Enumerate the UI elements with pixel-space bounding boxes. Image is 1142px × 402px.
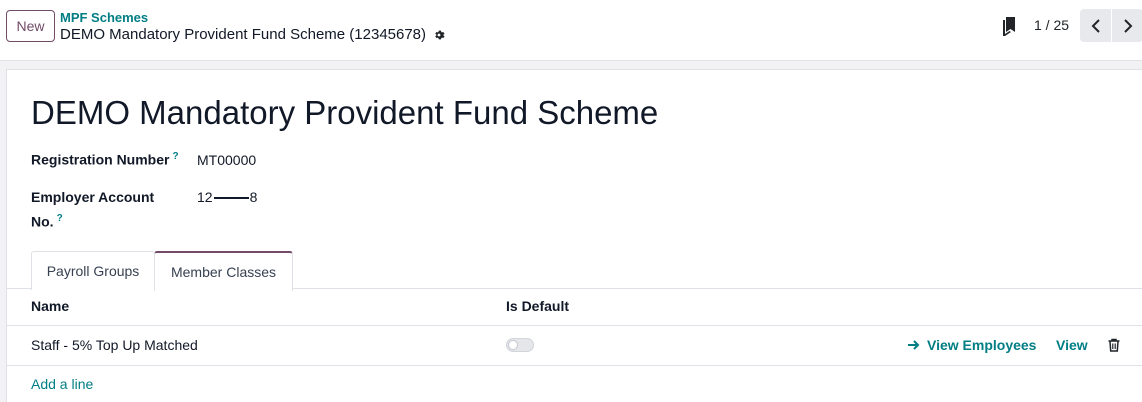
control-panel: New MPF Schemes DEMO Mandatory Provident…	[0, 0, 1142, 61]
chevron-left-icon	[1091, 18, 1100, 33]
new-button[interactable]: New	[6, 10, 55, 42]
breadcrumb-current: DEMO Mandatory Provident Fund Scheme (12…	[60, 26, 446, 43]
notebook-tabs: Payroll Groups Member Classes	[7, 251, 1142, 291]
toggle-knob	[508, 340, 518, 350]
pager-value[interactable]: 1 / 25	[1034, 17, 1069, 33]
registration-number-field[interactable]: MT00000	[197, 152, 256, 168]
column-header-name[interactable]: Name	[31, 298, 69, 314]
row-divider	[7, 365, 1142, 366]
employer-account-value-end: 8	[249, 189, 258, 205]
header-divider	[7, 325, 1142, 326]
masked-digits-line	[213, 197, 249, 200]
employer-account-value-start: 12	[197, 189, 213, 205]
form-sheet: DEMO Mandatory Provident Fund Scheme Reg…	[6, 69, 1142, 402]
employer-account-label-line2: No.	[31, 213, 54, 230]
gear-icon[interactable]	[432, 28, 446, 42]
breadcrumb-current-label: DEMO Mandatory Provident Fund Scheme (12…	[60, 26, 427, 43]
chevron-right-icon	[1123, 18, 1132, 33]
pager-previous-button[interactable]	[1080, 9, 1111, 42]
employer-account-field[interactable]: 12 8	[197, 189, 257, 205]
add-line-link[interactable]: Add a line	[31, 376, 93, 392]
row-name-cell[interactable]: Staff - 5% Top Up Matched	[31, 337, 198, 353]
employer-account-label: Employer Account No.?	[31, 187, 154, 233]
trash-icon[interactable]	[1107, 338, 1121, 352]
tab-member-classes[interactable]: Member Classes	[154, 251, 293, 291]
bookmark-icon[interactable]	[1002, 16, 1018, 36]
employer-account-label-line1: Employer Account	[31, 189, 155, 205]
pager-next-button[interactable]	[1112, 9, 1142, 42]
help-tooltip-marker[interactable]: ?	[57, 213, 63, 224]
is-default-toggle[interactable]	[506, 338, 534, 352]
registration-number-label: Registration Number?	[31, 151, 179, 168]
record-title[interactable]: DEMO Mandatory Provident Fund Scheme	[31, 94, 658, 132]
view-employees-label: View Employees	[927, 337, 1037, 353]
column-header-is-default[interactable]: Is Default	[506, 298, 569, 314]
tab-payroll-groups[interactable]: Payroll Groups	[31, 251, 155, 290]
registration-number-label-text: Registration Number	[31, 151, 170, 168]
breadcrumb-parent-link[interactable]: MPF Schemes	[60, 10, 148, 25]
arrow-right-icon	[908, 340, 920, 350]
view-button[interactable]: View	[1056, 337, 1088, 353]
view-employees-button[interactable]: View Employees	[907, 337, 1036, 353]
help-tooltip-marker[interactable]: ?	[172, 151, 178, 162]
